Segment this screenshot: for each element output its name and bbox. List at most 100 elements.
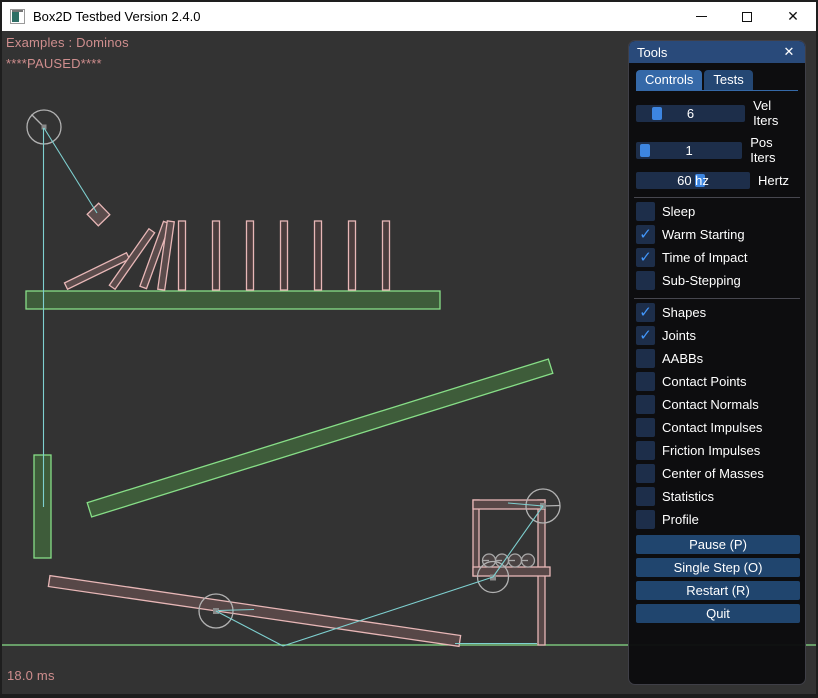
button-stack: Pause (P) Single Step (O) Restart (R) Quit: [636, 535, 798, 623]
tools-panel-titlebar[interactable]: Tools ✕: [629, 41, 805, 63]
slider-row-hertz: 60 hz Hertz: [636, 172, 798, 189]
frame-left-leg[interactable]: [473, 500, 479, 576]
slider-section: 6 Vel Iters 1 Pos Iters60 hz Hertz: [636, 98, 798, 189]
maximize-button[interactable]: [724, 2, 770, 31]
checkbox-label: Shapes: [662, 305, 706, 320]
domino-standing-6[interactable]: [349, 221, 356, 290]
paused-label: ****PAUSED****: [6, 56, 102, 71]
slider-label: Hertz: [758, 173, 789, 188]
pause-p-button[interactable]: Pause (P): [636, 535, 800, 554]
checkbox-label: Warm Starting: [662, 227, 745, 242]
domino-standing-4[interactable]: [281, 221, 288, 290]
slider-row-pos-iters: 1 Pos Iters: [636, 135, 798, 165]
tools-panel-body: ControlsTests 6 Vel Iters 1 Pos Iters60 hz H…: [629, 63, 805, 623]
slider-label: Pos Iters: [750, 135, 798, 165]
restart-r-button[interactable]: Restart (R): [636, 581, 800, 600]
draw-checkbox-group: ✓ Shapes ✓ Joints AABBs Contact Points Contact…: [636, 303, 798, 529]
tab-tests[interactable]: Tests: [704, 70, 752, 90]
checkbox-contact-normals[interactable]: Contact Normals: [636, 395, 798, 414]
checkbox-box[interactable]: ✓: [636, 248, 655, 267]
checkbox-box[interactable]: [636, 464, 655, 483]
checkmark-icon: ✓: [639, 328, 652, 343]
checkbox-box[interactable]: ✓: [636, 303, 655, 322]
pendulum-bob[interactable]: [87, 203, 110, 226]
frame-lower-beam[interactable]: [473, 567, 550, 576]
tools-close-button[interactable]: ✕: [781, 44, 797, 60]
os-titlebar: Box2D Testbed Version 2.4.0 ✕: [2, 2, 816, 31]
checkbox-box[interactable]: [636, 271, 655, 290]
slider-value: 1: [636, 142, 742, 159]
checkbox-joints[interactable]: ✓ Joints: [636, 326, 798, 345]
domino-standing-3[interactable]: [247, 221, 254, 290]
checkbox-label: Joints: [662, 328, 696, 343]
checkbox-time-of-impact[interactable]: ✓ Time of Impact: [636, 248, 798, 267]
checkbox-statistics[interactable]: Statistics: [636, 487, 798, 506]
single-step-o-button[interactable]: Single Step (O): [636, 558, 800, 577]
checkbox-label: Friction Impulses: [662, 443, 760, 458]
checkbox-aabbs[interactable]: AABBs: [636, 349, 798, 368]
domino-standing-1[interactable]: [179, 221, 186, 290]
checkbox-box[interactable]: [636, 441, 655, 460]
checkbox-warm-starting[interactable]: ✓ Warm Starting: [636, 225, 798, 244]
example-label: Examples : Dominos: [6, 35, 129, 50]
separator: [634, 197, 800, 198]
checkbox-box[interactable]: [636, 349, 655, 368]
separator: [634, 298, 800, 299]
slider-pos-iters[interactable]: 1: [636, 142, 742, 159]
maximize-icon: [742, 12, 752, 22]
checkbox-box[interactable]: [636, 510, 655, 529]
checkbox-contact-points[interactable]: Contact Points: [636, 372, 798, 391]
checkbox-box[interactable]: [636, 372, 655, 391]
checkbox-contact-impulses[interactable]: Contact Impulses: [636, 418, 798, 437]
checkbox-label: Contact Points: [662, 374, 747, 389]
checkbox-label: AABBs: [662, 351, 703, 366]
domino-standing-2[interactable]: [213, 221, 220, 290]
checkmark-icon: ✓: [639, 227, 652, 242]
frame-top-beam[interactable]: [473, 500, 545, 509]
checkbox-shapes[interactable]: ✓ Shapes: [636, 303, 798, 322]
domino-standing-5[interactable]: [315, 221, 322, 290]
checkbox-sleep[interactable]: Sleep: [636, 202, 798, 221]
checkbox-label: Time of Impact: [662, 250, 747, 265]
slider-hertz[interactable]: 60 hz: [636, 172, 750, 189]
seesaw-plank[interactable]: [48, 576, 460, 647]
checkbox-box[interactable]: [636, 487, 655, 506]
checkbox-label: Contact Normals: [662, 397, 759, 412]
tools-panel-title: Tools: [637, 45, 781, 60]
quit-button[interactable]: Quit: [636, 604, 800, 623]
checkmark-icon: ✓: [639, 305, 652, 320]
checkbox-box[interactable]: ✓: [636, 225, 655, 244]
slider-row-vel-iters: 6 Vel Iters: [636, 98, 798, 128]
checkbox-box[interactable]: [636, 202, 655, 221]
checkbox-label: Sleep: [662, 204, 695, 219]
checkbox-box[interactable]: [636, 395, 655, 414]
tab-controls[interactable]: Controls: [636, 70, 702, 90]
checkbox-box[interactable]: [636, 418, 655, 437]
checkbox-profile[interactable]: Profile: [636, 510, 798, 529]
tab-bar: ControlsTests: [636, 70, 798, 91]
checkbox-label: Center of Masses: [662, 466, 764, 481]
minimize-button[interactable]: [678, 2, 724, 31]
cradle-balls[interactable]: [483, 554, 535, 567]
domino-standing-7[interactable]: [383, 221, 390, 290]
checkmark-icon: ✓: [639, 250, 652, 265]
checkbox-friction-impulses[interactable]: Friction Impulses: [636, 441, 798, 460]
green-ramp: [87, 359, 553, 517]
app-window: Box2D Testbed Version 2.4.0 ✕ Examples :…: [0, 0, 818, 698]
domino-shelf: [26, 291, 440, 309]
app-icon: [10, 9, 25, 24]
checkbox-label: Sub-Stepping: [662, 273, 741, 288]
checkbox-center-of-masses[interactable]: Center of Masses: [636, 464, 798, 483]
minimize-icon: [696, 16, 707, 17]
slider-value: 60 hz: [636, 172, 750, 189]
close-button[interactable]: ✕: [770, 2, 816, 31]
tools-panel: Tools ✕ ControlsTests 6 Vel Iters 1 Pos Ite…: [628, 40, 806, 685]
slider-vel-iters[interactable]: 6: [636, 105, 745, 122]
window-title: Box2D Testbed Version 2.4.0: [33, 9, 200, 24]
slider-value: 6: [636, 105, 745, 122]
checkbox-sub-stepping[interactable]: Sub-Stepping: [636, 271, 798, 290]
checkbox-label: Statistics: [662, 489, 714, 504]
checkbox-box[interactable]: ✓: [636, 326, 655, 345]
slider-label: Vel Iters: [753, 98, 798, 128]
frame-time-label: 18.0 ms: [7, 668, 55, 683]
